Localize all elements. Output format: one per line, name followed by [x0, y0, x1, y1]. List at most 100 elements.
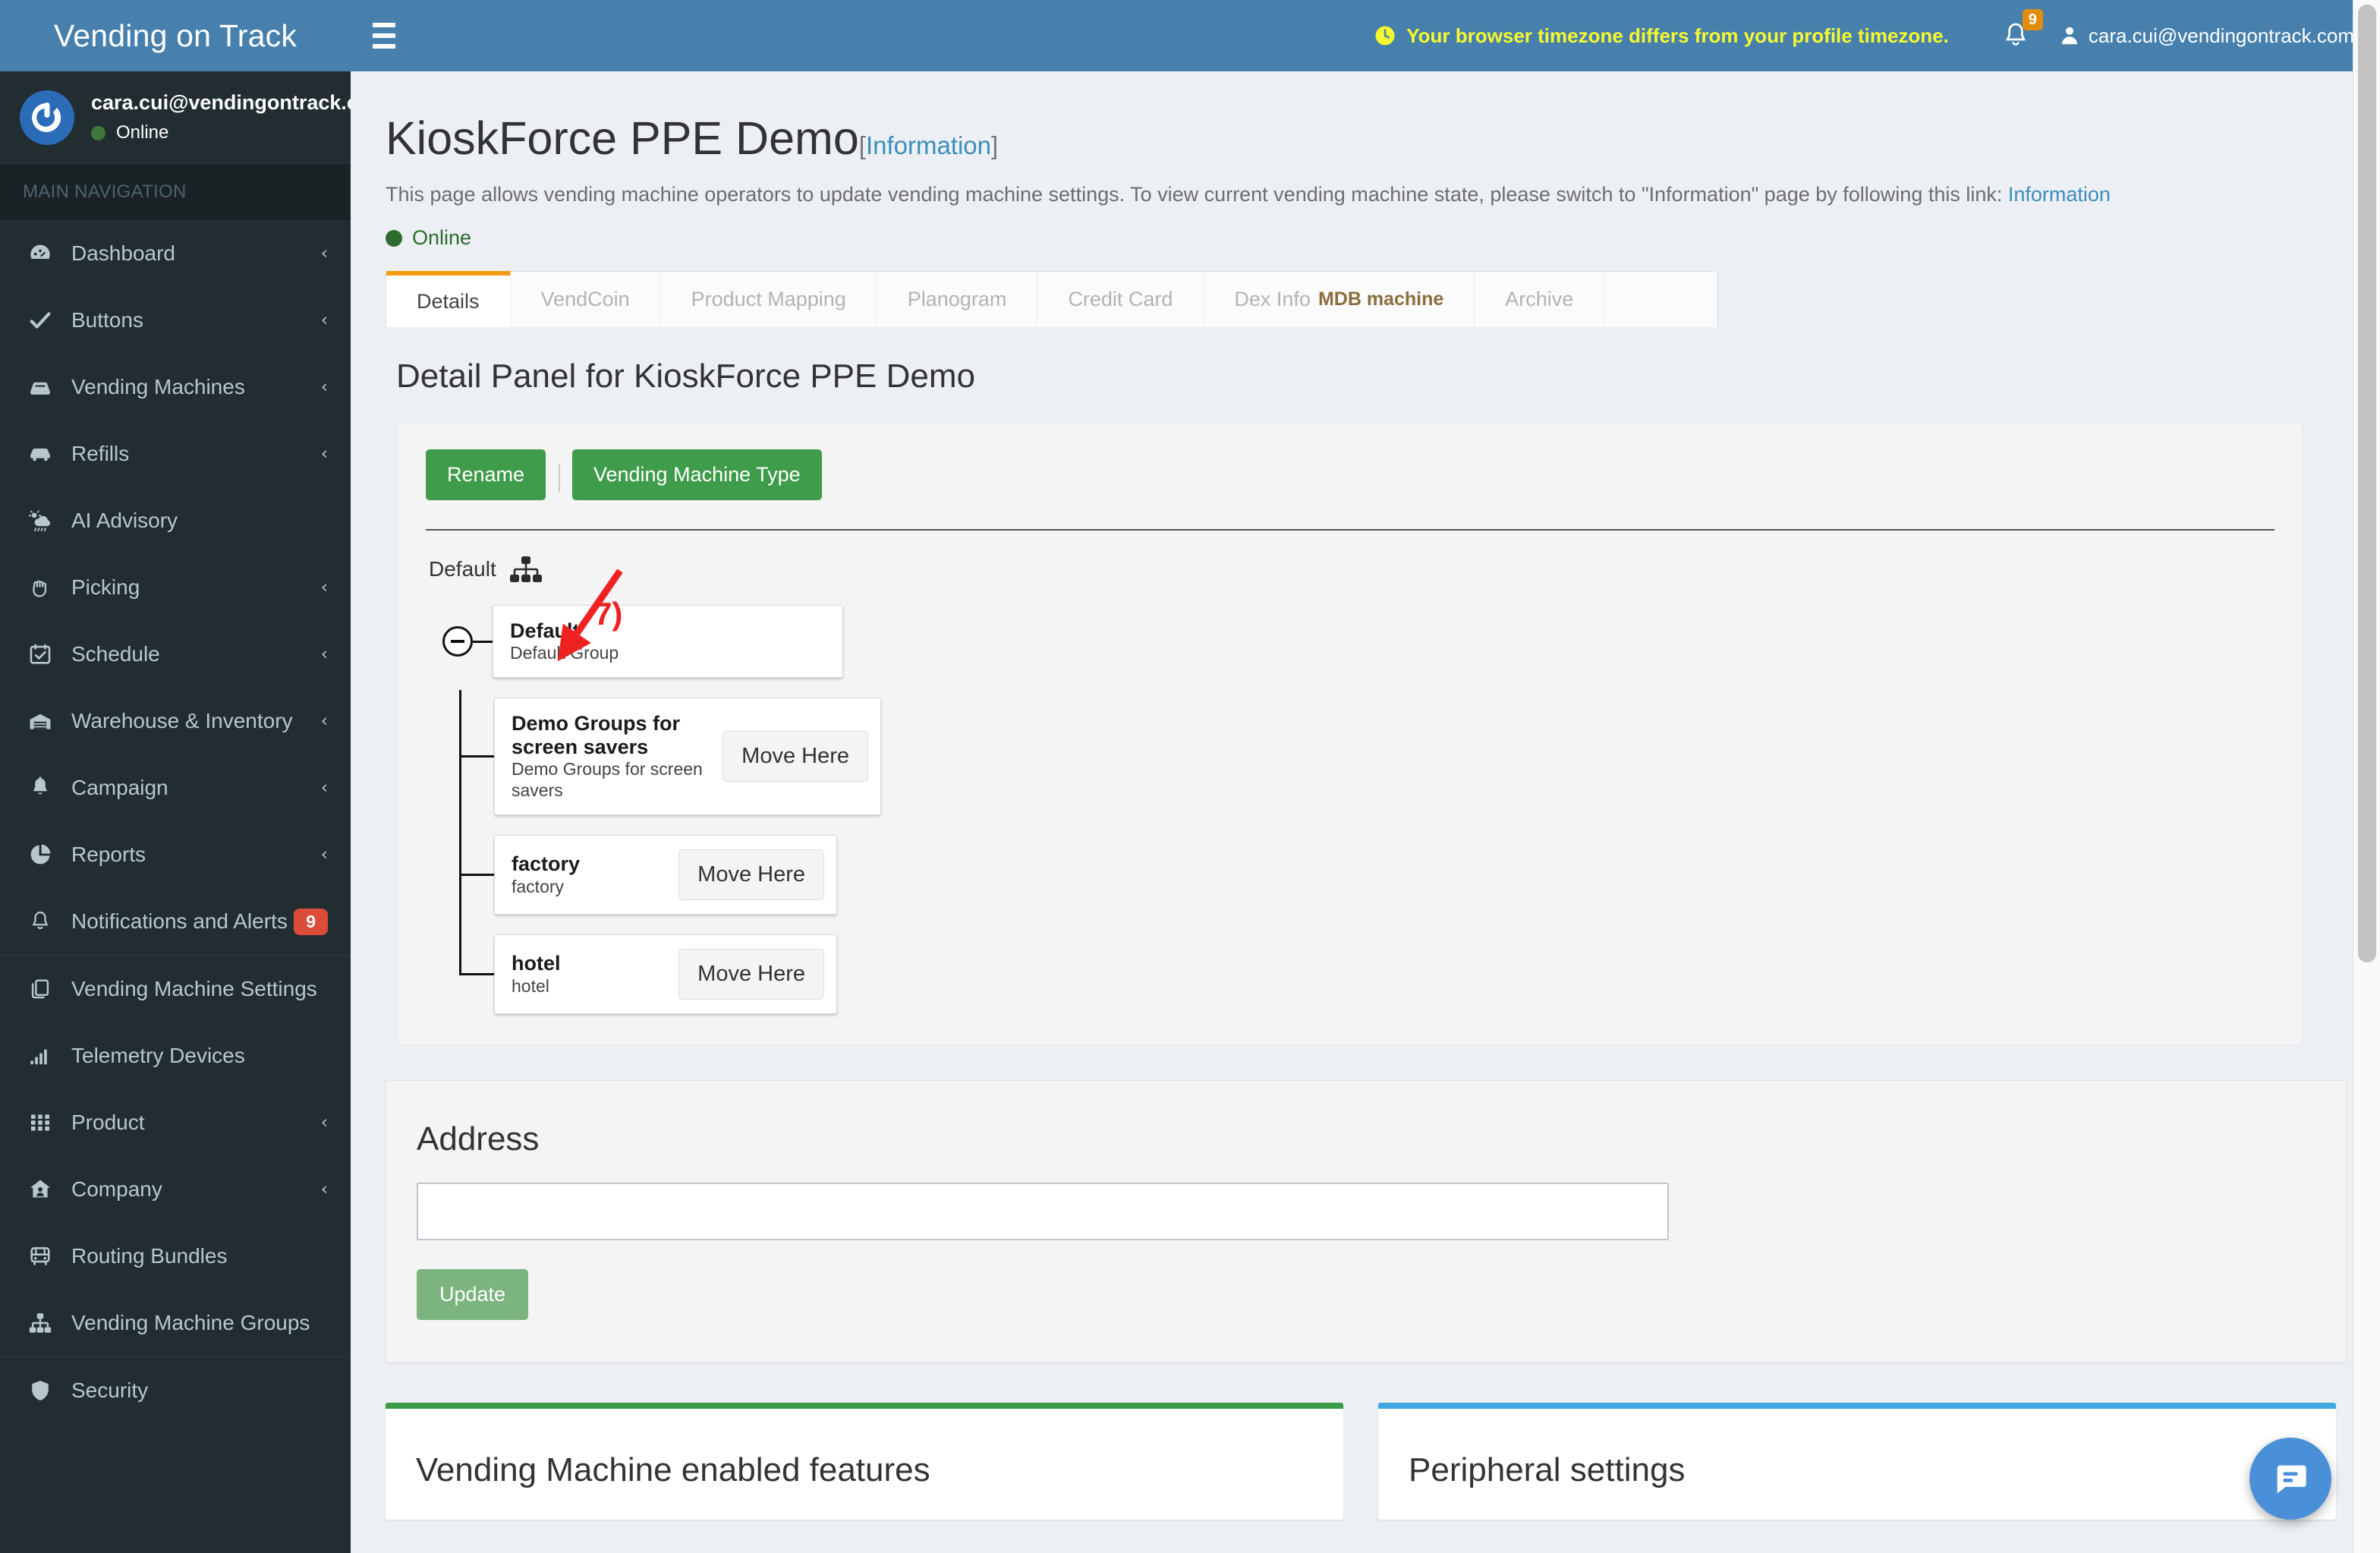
bell-filled-icon	[27, 775, 61, 801]
rename-button[interactable]: Rename	[426, 449, 546, 500]
sidebar-toggle-button[interactable]	[351, 0, 417, 71]
tab-dex-info[interactable]: Dex Info MDB machine	[1204, 272, 1475, 327]
sidebar-item-buttons[interactable]: Buttons ‹	[0, 287, 351, 354]
tab-planogram[interactable]: Planogram	[877, 272, 1038, 327]
sidebar-item-label: Product	[71, 1110, 145, 1134]
tab-sublabel: MDB machine	[1318, 288, 1444, 310]
sidebar-item-vending-machine-groups[interactable]: Vending Machine Groups	[0, 1290, 351, 1356]
information-link-title[interactable]: Information	[866, 131, 991, 159]
power-logo-icon	[32, 102, 61, 132]
tree-node-subtitle: Default Group	[510, 642, 619, 663]
nav-group-2: Security	[0, 1357, 351, 1424]
user-panel[interactable]: cara.cui@vendingontrack.c Online	[0, 71, 351, 164]
sidebar-item-ai-advisory[interactable]: AI Advisory	[0, 487, 351, 554]
brand-logo[interactable]: Vending on Track	[0, 0, 351, 71]
tree-collapse-toggle[interactable]	[442, 626, 473, 657]
tab-archive[interactable]: Archive	[1475, 272, 1605, 327]
page-content: KioskForce PPE Demo [Information] This p…	[351, 71, 2380, 1553]
sidebar-item-picking[interactable]: Picking ‹	[0, 554, 351, 621]
sidebar-item-label: Telemetry Devices	[71, 1044, 245, 1067]
vending-machine-type-button[interactable]: Vending Machine Type	[571, 449, 822, 500]
tab-vendcoin[interactable]: VendCoin	[510, 272, 661, 327]
sidebar-item-label: Routing Bundles	[71, 1244, 228, 1268]
bell-outline-icon	[27, 909, 61, 934]
user-icon	[2061, 27, 2077, 45]
tree-node-subtitle: Demo Groups for screen savers	[512, 759, 703, 800]
signal-bars-icon	[30, 1049, 47, 1065]
timezone-warning[interactable]: Your browser timezone differs from your …	[1374, 24, 1979, 48]
chevron-left-icon: ‹	[320, 644, 328, 664]
dashboard-icon	[27, 241, 61, 266]
sidebar-item-campaign[interactable]: Campaign ‹	[0, 754, 351, 821]
tree-node-child[interactable]: hotel hotel Move Here	[494, 934, 837, 1015]
sidebar-item-label: Reports	[71, 843, 146, 866]
page-description-text: This page allows vending machine operato…	[386, 183, 2008, 206]
page-scrollbar-thumb[interactable]	[2358, 5, 2376, 962]
copy-icon	[27, 976, 61, 1002]
chat-button[interactable]	[2249, 1438, 2331, 1520]
tab-details[interactable]: Details	[386, 271, 511, 327]
sidebar-item-schedule[interactable]: Schedule ‹	[0, 621, 351, 688]
tree-connector	[459, 973, 494, 976]
address-update-button[interactable]: Update	[417, 1269, 529, 1321]
detail-panel-box: Rename Vending Machine Type Default Defa…	[396, 423, 2303, 1046]
check-icon	[30, 312, 51, 329]
warehouse-icon	[30, 713, 51, 729]
enabled-features-panel: Vending Machine enabled features	[386, 1403, 1343, 1520]
sidebar-item-label: Security	[71, 1378, 149, 1402]
sitemap-icon[interactable]	[509, 556, 542, 582]
sidebar-item-label: Schedule	[71, 642, 160, 666]
sidebar-item-dashboard[interactable]: Dashboard ‹	[0, 220, 351, 287]
peripheral-settings-panel: Peripheral settings	[1378, 1403, 2336, 1520]
tab-label: Planogram	[907, 288, 1007, 310]
move-here-button[interactable]: Move Here	[722, 731, 868, 783]
sidebar-item-vending-machine-settings[interactable]: Vending Machine Settings	[0, 956, 351, 1022]
sidebar-item-security[interactable]: Security	[0, 1357, 351, 1424]
check-icon	[27, 307, 61, 333]
sidebar-item-refills[interactable]: Refills ‹	[0, 421, 351, 487]
tab-product-mapping[interactable]: Product Mapping	[660, 272, 877, 327]
sidebar-item-reports[interactable]: Reports ‹	[0, 821, 351, 888]
machine-status-label: Online	[412, 226, 472, 249]
chevron-left-icon: ‹	[320, 845, 328, 865]
sidebar-item-routing-bundles[interactable]: Routing Bundles	[0, 1223, 351, 1290]
tab-bar-filler	[1604, 272, 1717, 327]
home-user-icon	[27, 1177, 61, 1202]
move-here-button[interactable]: Move Here	[678, 949, 824, 1000]
sidebar-item-product[interactable]: Product ‹	[0, 1089, 351, 1156]
address-actions: Update	[417, 1240, 2315, 1321]
pie-chart-icon	[27, 842, 61, 868]
detail-panel-toolbar: Rename Vending Machine Type	[426, 449, 2273, 500]
page-scrollbar-track[interactable]	[2353, 0, 2380, 1553]
sidebar-item-notifications-and-alerts[interactable]: Notifications and Alerts 9	[0, 888, 351, 955]
user-meta: cara.cui@vendingontrack.c Online	[91, 91, 351, 143]
sidebar-item-label: Company	[71, 1177, 162, 1201]
notifications-button[interactable]: 9	[1979, 0, 2052, 71]
detail-panel-heading: Detail Panel for KioskForce PPE Demo	[396, 358, 975, 395]
information-link-inline[interactable]: Information	[2008, 183, 2111, 206]
tree-root-row: Default Default Group	[442, 605, 2273, 678]
bracket-open: [	[858, 131, 866, 159]
tab-label: Details	[417, 289, 480, 313]
topbar-user-email: cara.cui@vendingontrack.com	[2088, 24, 2354, 47]
sidebar-item-warehouse-inventory[interactable]: Warehouse & Inventory ‹	[0, 688, 351, 754]
tab-credit-card[interactable]: Credit Card	[1037, 272, 1204, 327]
topbar-right: Your browser timezone differs from your …	[1374, 0, 2380, 71]
move-here-button[interactable]: Move Here	[678, 849, 824, 901]
sidebar-item-label: Vending Machine Groups	[71, 1311, 310, 1334]
sidebar-item-company[interactable]: Company ‹	[0, 1156, 351, 1223]
sidebar-item-label: Campaign	[71, 776, 168, 799]
topbar-user-menu[interactable]: cara.cui@vendingontrack.com	[2052, 0, 2360, 71]
sidebar-item-badge: 9	[294, 908, 328, 935]
tree-node-root[interactable]: Default Default Group	[493, 605, 843, 678]
tree-child-row: Demo Groups for screen savers Demo Groups…	[459, 698, 2273, 816]
timezone-warning-text: Your browser timezone differs from your …	[1406, 24, 1949, 47]
minus-icon	[451, 640, 464, 643]
sidebar-item-vending-machines[interactable]: Vending Machines ‹	[0, 354, 351, 421]
sitemap-icon	[27, 1310, 61, 1336]
tree-node-child[interactable]: factory factory Move Here	[494, 835, 837, 915]
notification-badge: 9	[2022, 9, 2043, 30]
address-input[interactable]	[417, 1183, 1669, 1241]
sidebar-item-telemetry-devices[interactable]: Telemetry Devices	[0, 1022, 351, 1089]
tree-node-child[interactable]: Demo Groups for screen savers Demo Groups…	[494, 698, 881, 816]
